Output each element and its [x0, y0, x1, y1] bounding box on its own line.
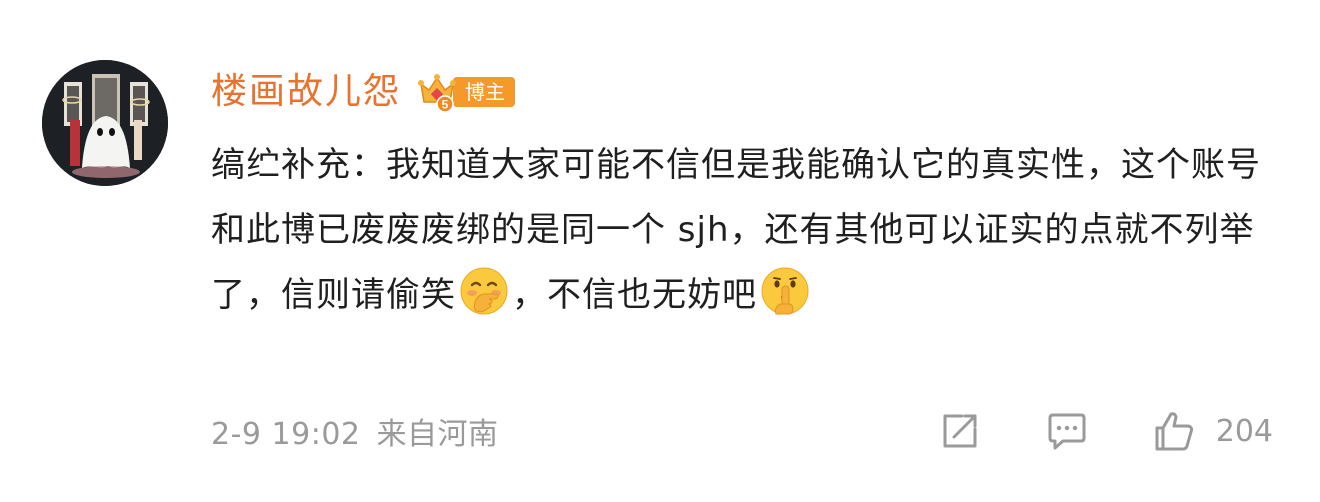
badge-label: 博主 — [453, 77, 516, 107]
comment-location: 来自河南 — [376, 417, 499, 452]
comment-card: 楼画故儿怨 5 博主 缟纻补充：我知道大家可能不信但是我能确认它的真实性，这个账… — [0, 0, 1320, 502]
share-icon[interactable] — [938, 409, 982, 453]
avatar[interactable] — [42, 60, 168, 186]
comment-icon[interactable] — [1045, 409, 1089, 453]
hand-over-mouth-emoji — [460, 267, 508, 315]
like-count: 204 — [1215, 413, 1273, 449]
comment-text: 缟纻补充：我知道大家可能不信但是我能确认它的真实性，这个账号和此博已废废废绑的是… — [211, 133, 1286, 328]
blogger-badge[interactable]: 5 博主 — [415, 72, 516, 113]
comment-meta: 2-9 19:02 来自河南 — [211, 409, 499, 453]
username[interactable]: 楼画故儿怨 — [211, 74, 401, 110]
comment-footer: 2-9 19:02 来自河南 204 — [211, 407, 1281, 455]
like-icon[interactable] — [1152, 409, 1196, 453]
crown-level-icon: 5 — [418, 74, 457, 113]
comment-time: 2-9 19:02 — [211, 417, 361, 452]
author-row: 楼画故儿怨 5 博主 — [211, 64, 516, 120]
comment-text-part-2: ，不信也无妨吧 — [512, 275, 757, 315]
comment-actions: 204 — [938, 407, 1273, 455]
avatar-ghost-icon — [42, 60, 168, 186]
svg-text:5: 5 — [442, 98, 449, 112]
shushing-face-emoji — [761, 267, 809, 315]
